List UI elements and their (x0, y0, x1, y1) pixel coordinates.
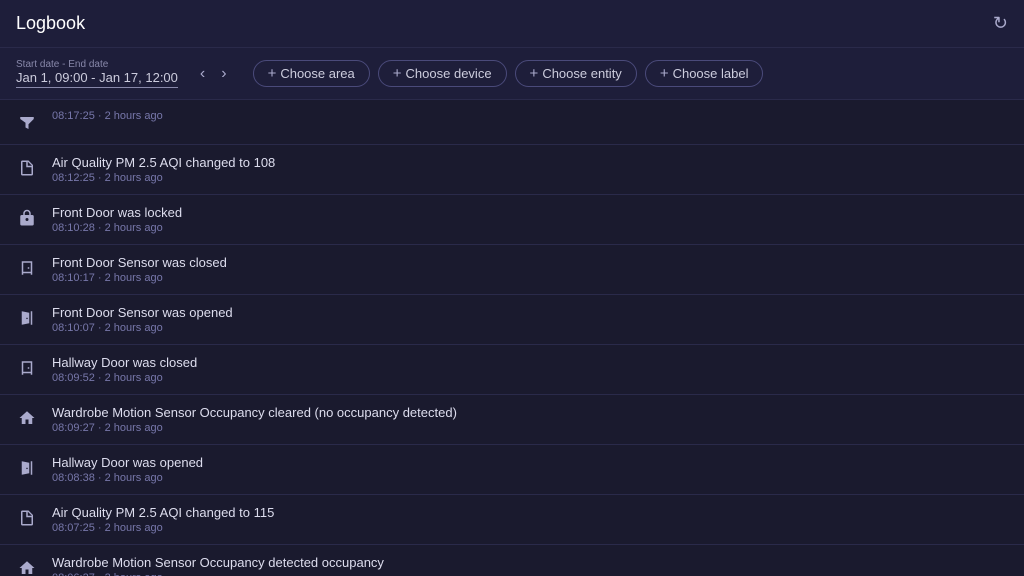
list-item: Hallway Door was opened 08:08:38 · 2 hour… (0, 445, 1024, 495)
document-icon (16, 157, 38, 179)
filter-device-label: Choose device (406, 66, 492, 81)
log-content: Hallway Door was closed 08:09:52 · 2 hour… (52, 355, 197, 384)
filter-entity[interactable]: + Choose entity (515, 60, 637, 87)
app-container: Logbook ↻ Start date - End date Jan 1, 0… (0, 0, 1024, 576)
log-content: Air Quality PM 2.5 AQI changed to 108 08:… (52, 155, 275, 184)
log-title: Air Quality PM 2.5 AQI changed to 115 (52, 505, 274, 520)
list-item: Wardrobe Motion Sensor Occupancy detecte… (0, 545, 1024, 576)
log-content: Front Door Sensor was closed 08:10:17 · 2… (52, 255, 227, 284)
list-item: Front Door was locked 08:10:28 · 2 hours … (0, 195, 1024, 245)
door-open-icon (16, 307, 38, 329)
log-content: Hallway Door was opened 08:08:38 · 2 hour… (52, 455, 203, 484)
list-item: Front Door Sensor was closed 08:10:17 · 2… (0, 245, 1024, 295)
log-content: Air Quality PM 2.5 AQI changed to 115 08:… (52, 505, 274, 534)
log-title: Air Quality PM 2.5 AQI changed to 108 (52, 155, 275, 170)
filter-label[interactable]: + Choose label (645, 60, 764, 87)
log-time: 08:17:25 · 2 hours ago (52, 110, 163, 122)
date-value: Jan 1, 09:00 - Jan 17, 12:00 (16, 70, 178, 88)
filter-icon (16, 112, 38, 134)
list-item: Wardrobe Motion Sensor Occupancy cleared… (0, 395, 1024, 445)
log-title: Front Door was locked (52, 205, 182, 220)
plus-icon: + (393, 65, 402, 82)
log-content: Front Door Sensor was opened 08:10:07 · 2… (52, 305, 233, 334)
log-content: Wardrobe Motion Sensor Occupancy detecte… (52, 555, 384, 576)
plus-icon: + (530, 65, 539, 82)
document-icon (16, 507, 38, 529)
door-open-icon (16, 457, 38, 479)
list-item: Front Door Sensor was opened 08:10:07 · 2… (0, 295, 1024, 345)
log-title: Hallway Door was opened (52, 455, 203, 470)
toolbar: Start date - End date Jan 1, 09:00 - Jan… (0, 48, 1024, 100)
next-arrow[interactable]: › (215, 63, 232, 85)
filter-area[interactable]: + Choose area (253, 60, 370, 87)
plus-icon: + (268, 65, 277, 82)
refresh-button[interactable]: ↻ (993, 13, 1008, 34)
log-title: Front Door Sensor was opened (52, 305, 233, 320)
filter-device[interactable]: + Choose device (378, 60, 507, 87)
filter-entity-label: Choose entity (542, 66, 622, 81)
log-time: 08:09:27 · 2 hours ago (52, 422, 457, 434)
date-label: Start date - End date (16, 59, 178, 70)
log-time: 08:07:25 · 2 hours ago (52, 522, 274, 534)
log-time: 08:10:28 · 2 hours ago (52, 222, 182, 234)
log-title: Front Door Sensor was closed (52, 255, 227, 270)
log-title: Hallway Door was closed (52, 355, 197, 370)
log-time: 08:10:07 · 2 hours ago (52, 322, 233, 334)
log-time: 08:10:17 · 2 hours ago (52, 272, 227, 284)
page-title: Logbook (16, 13, 85, 34)
date-range: Start date - End date Jan 1, 09:00 - Jan… (16, 59, 178, 88)
home-icon (16, 557, 38, 576)
log-time: 08:12:25 · 2 hours ago (52, 172, 275, 184)
log-list: 08:17:25 · 2 hours ago Air Quality PM 2.5… (0, 100, 1024, 576)
prev-arrow[interactable]: ‹ (194, 63, 211, 85)
filter-buttons: + Choose area + Choose device + Choose e… (253, 60, 764, 87)
log-title: Wardrobe Motion Sensor Occupancy detecte… (52, 555, 384, 570)
lock-icon (16, 207, 38, 229)
list-item: Air Quality PM 2.5 AQI changed to 115 08:… (0, 495, 1024, 545)
plus-icon: + (660, 65, 669, 82)
log-content: 08:17:25 · 2 hours ago (52, 110, 163, 122)
log-time: 08:09:52 · 2 hours ago (52, 372, 197, 384)
door-closed-icon (16, 357, 38, 379)
log-title: Wardrobe Motion Sensor Occupancy cleared… (52, 405, 457, 420)
filter-label-label: Choose label (673, 66, 749, 81)
log-time: 08:06:27 · 2 hours ago (52, 572, 384, 576)
log-time: 08:08:38 · 2 hours ago (52, 472, 203, 484)
list-item: Air Quality PM 2.5 AQI changed to 108 08:… (0, 145, 1024, 195)
nav-arrows: ‹ › (194, 63, 233, 85)
list-item: Hallway Door was closed 08:09:52 · 2 hour… (0, 345, 1024, 395)
log-content: Wardrobe Motion Sensor Occupancy cleared… (52, 405, 457, 434)
filter-area-label: Choose area (280, 66, 354, 81)
header: Logbook ↻ (0, 0, 1024, 48)
door-closed-icon (16, 257, 38, 279)
log-content: Front Door was locked 08:10:28 · 2 hours … (52, 205, 182, 234)
list-item: 08:17:25 · 2 hours ago (0, 100, 1024, 145)
home-icon (16, 407, 38, 429)
